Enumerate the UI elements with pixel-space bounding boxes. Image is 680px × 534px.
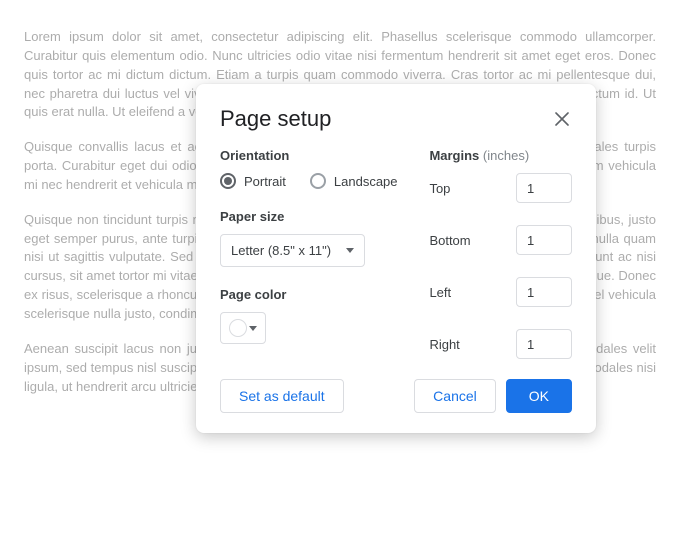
paper-size-label: Paper size: [220, 209, 401, 224]
radio-label: Landscape: [334, 174, 398, 189]
chevron-down-icon: [249, 326, 257, 331]
margin-left-label: Left: [429, 285, 451, 300]
dialog-title: Page setup: [220, 106, 331, 132]
margin-top-input[interactable]: [516, 173, 572, 203]
paper-size-select[interactable]: Letter (8.5" x 11"): [220, 234, 365, 267]
chevron-down-icon: [346, 248, 354, 253]
margin-bottom-label: Bottom: [429, 233, 470, 248]
margin-bottom-input[interactable]: [516, 225, 572, 255]
radio-icon: [310, 173, 326, 189]
orientation-label: Orientation: [220, 148, 401, 163]
select-value: Letter (8.5" x 11"): [231, 243, 331, 258]
margin-right-label: Right: [429, 337, 459, 352]
color-swatch-icon: [229, 319, 247, 337]
set-default-button[interactable]: Set as default: [220, 379, 344, 413]
orientation-landscape-radio[interactable]: Landscape: [310, 173, 398, 189]
close-icon[interactable]: [552, 109, 572, 129]
margin-top-label: Top: [429, 181, 450, 196]
radio-label: Portrait: [244, 174, 286, 189]
margin-left-input[interactable]: [516, 277, 572, 307]
cancel-button[interactable]: Cancel: [414, 379, 496, 413]
margin-right-input[interactable]: [516, 329, 572, 359]
page-setup-dialog: Page setup Orientation Portrait Landscap…: [196, 84, 596, 433]
page-color-label: Page color: [220, 287, 401, 302]
margins-label: Margins (inches): [429, 148, 572, 163]
orientation-portrait-radio[interactable]: Portrait: [220, 173, 286, 189]
page-color-picker[interactable]: [220, 312, 266, 344]
radio-icon: [220, 173, 236, 189]
ok-button[interactable]: OK: [506, 379, 572, 413]
